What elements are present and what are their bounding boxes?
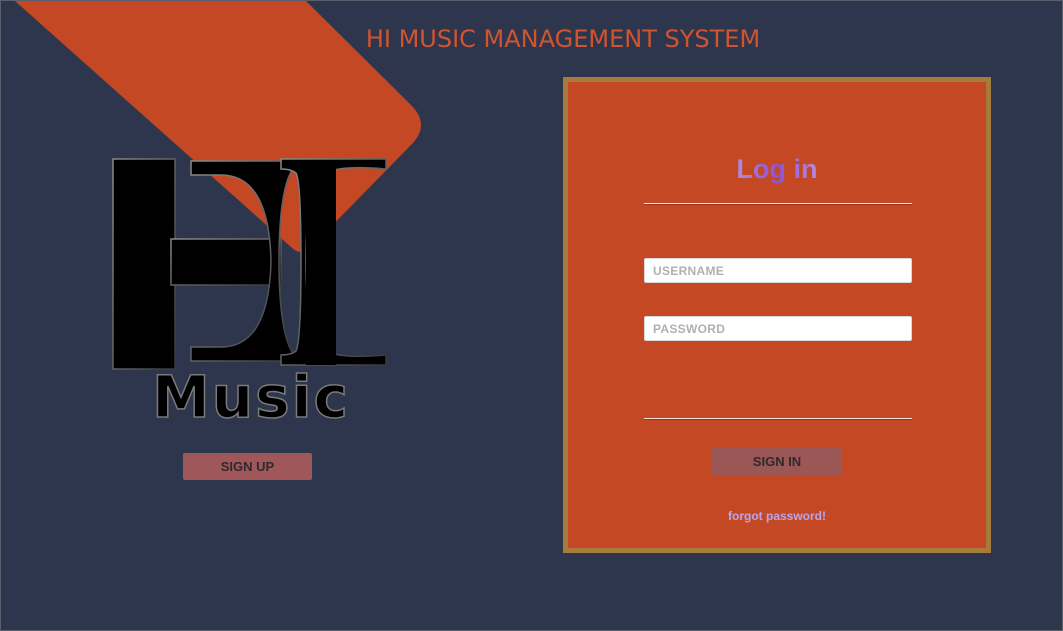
app-title: HI MUSIC MANAGEMENT SYSTEM <box>365 25 761 53</box>
title-divider <box>644 203 912 204</box>
login-panel: Log in SIGN IN forgot password! <box>563 77 991 553</box>
login-title: Log in <box>568 154 986 185</box>
app-window: HI MUSIC MANAGEMENT SYSTEM Music SIGN UP… <box>0 0 1063 631</box>
hi-music-logo-icon: Music <box>112 158 387 431</box>
sign-up-button[interactable]: SIGN UP <box>183 453 312 480</box>
password-input[interactable] <box>644 316 912 341</box>
sign-in-button[interactable]: SIGN IN <box>712 447 842 475</box>
forgot-password-link[interactable]: forgot password! <box>568 509 986 523</box>
username-input[interactable] <box>644 258 912 283</box>
form-divider <box>644 418 912 419</box>
logo-wordmark: Music <box>152 363 350 431</box>
